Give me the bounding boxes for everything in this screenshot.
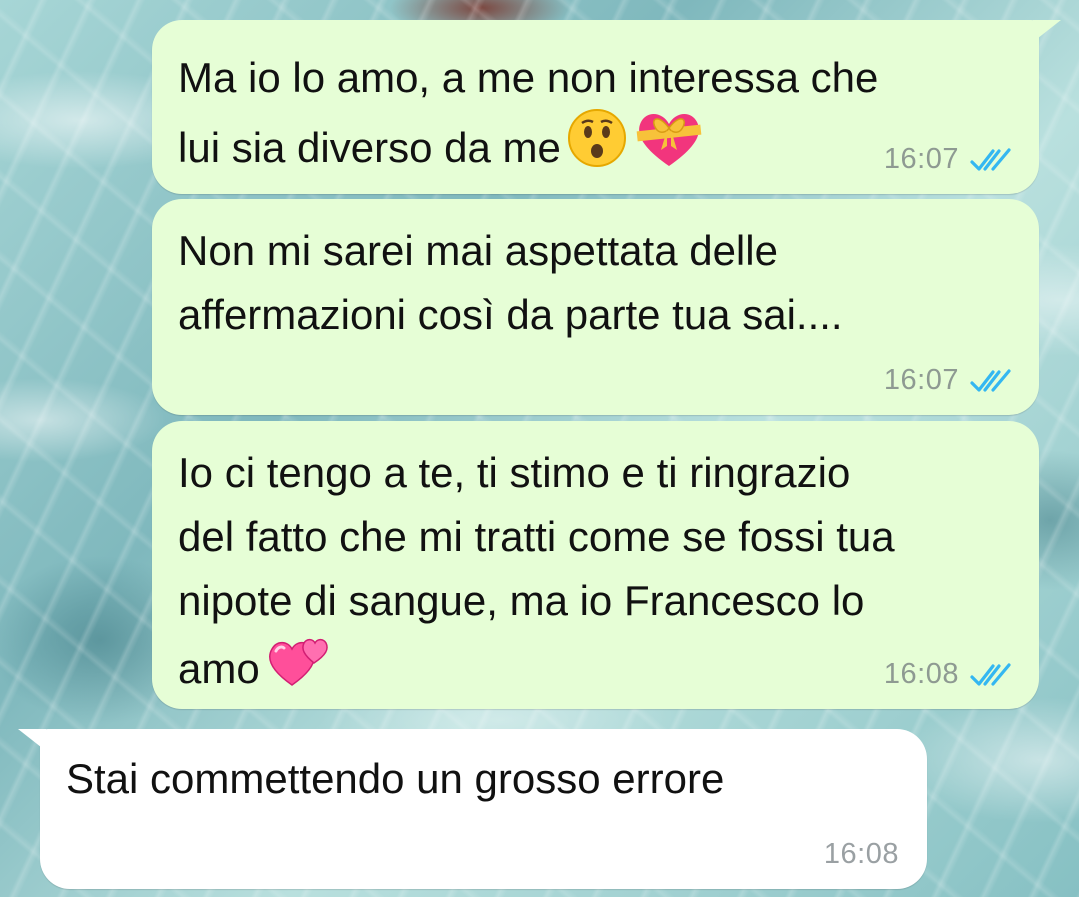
message-time: 16:08 <box>823 838 899 870</box>
astonished-face-emoji <box>567 108 627 186</box>
two-hearts-emoji <box>266 629 332 707</box>
incoming-message-bubble[interactable]: Stai commettendo un grosso errore 16:08 <box>18 729 927 889</box>
bubble-tail <box>1033 20 1061 42</box>
message-time: 16:08 <box>883 658 959 690</box>
outgoing-message-bubble[interactable]: Io ci tengo a te, ti stimo e ti ringrazi… <box>152 421 1039 709</box>
heart-with-ribbon-emoji <box>633 106 705 188</box>
bubble-tail <box>18 729 46 751</box>
message-meta: 16:08 <box>824 838 899 871</box>
read-ticks-icon <box>970 147 1011 171</box>
message-meta: 16:07 <box>884 143 1015 176</box>
read-ticks-icon <box>970 368 1011 392</box>
read-ticks-icon <box>970 662 1011 686</box>
outgoing-message-bubble[interactable]: Non mi sarei mai aspettata delle afferma… <box>152 199 1039 415</box>
message-time: 16:07 <box>883 143 959 175</box>
message-text: Non mi sarei mai aspettata delle afferma… <box>178 227 843 338</box>
message-meta: 16:08 <box>884 658 1015 691</box>
message-meta: 16:07 <box>884 364 1015 397</box>
message-text: Stai commettendo un grosso errore <box>66 755 725 802</box>
message-text-content: Ma io lo amo, a me non interessa che lui… <box>178 54 879 172</box>
outgoing-message-bubble[interactable]: Ma io lo amo, a me non interessa che lui… <box>152 20 1061 194</box>
message-time: 16:07 <box>883 364 959 396</box>
